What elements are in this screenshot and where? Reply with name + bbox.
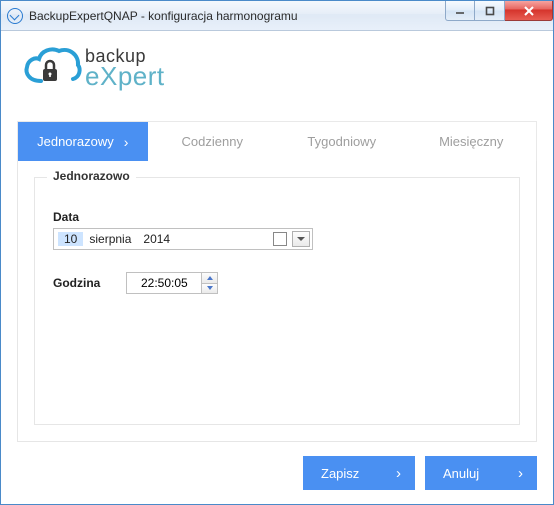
time-picker[interactable]: 22:50:05 bbox=[126, 272, 218, 294]
maximize-button[interactable] bbox=[475, 1, 505, 21]
cancel-button[interactable]: Anuluj › bbox=[425, 456, 537, 490]
close-button[interactable] bbox=[505, 1, 553, 21]
date-year[interactable]: 2014 bbox=[137, 232, 176, 246]
app-icon bbox=[7, 8, 23, 24]
date-label: Data bbox=[53, 210, 501, 224]
tab-one-time-label: Jednorazowy bbox=[37, 134, 114, 149]
spinner-down-button[interactable] bbox=[202, 283, 217, 294]
save-button-label: Zapisz bbox=[321, 466, 359, 481]
tab-monthly[interactable]: Miesięczny bbox=[407, 122, 537, 161]
window-controls bbox=[445, 1, 553, 21]
logo: backup eXpert bbox=[17, 39, 537, 101]
date-day[interactable]: 10 bbox=[58, 232, 83, 246]
chevron-right-icon: › bbox=[518, 465, 523, 482]
close-icon bbox=[523, 5, 535, 17]
footer-buttons: Zapisz › Anuluj › bbox=[17, 442, 537, 490]
save-button[interactable]: Zapisz › bbox=[303, 456, 415, 490]
chevron-right-icon: › bbox=[124, 134, 129, 150]
schedule-tabs: Jednorazowy › Codzienny Tygodniowy Miesi… bbox=[17, 121, 537, 161]
window-title: BackupExpertQNAP - konfiguracja harmonog… bbox=[29, 9, 298, 23]
minimize-button[interactable] bbox=[445, 1, 475, 21]
group-title: Jednorazowo bbox=[47, 169, 136, 183]
logo-text: backup eXpert bbox=[85, 47, 165, 89]
app-window: BackupExpertQNAP - konfiguracja harmonog… bbox=[0, 0, 554, 505]
tab-weekly-label: Tygodniowy bbox=[307, 134, 376, 149]
tab-weekly[interactable]: Tygodniowy bbox=[277, 122, 407, 161]
calendar-dropdown-icon[interactable] bbox=[292, 231, 310, 247]
cancel-button-label: Anuluj bbox=[443, 466, 479, 481]
logo-line2: eXpert bbox=[85, 63, 165, 89]
tab-monthly-label: Miesięczny bbox=[439, 134, 503, 149]
one-time-group: Jednorazowo Data 10 sierpnia 2014 Godzin… bbox=[34, 177, 520, 425]
chevron-right-icon: › bbox=[396, 465, 401, 482]
minimize-icon bbox=[455, 6, 465, 16]
tab-panel: Jednorazowo Data 10 sierpnia 2014 Godzin… bbox=[17, 161, 537, 442]
cloud-lock-icon bbox=[21, 45, 83, 89]
time-label: Godzina bbox=[53, 276, 100, 290]
content-area: backup eXpert Jednorazowy › Codzienny Ty… bbox=[1, 31, 553, 504]
time-row: Godzina 22:50:05 bbox=[53, 272, 501, 294]
tab-daily-label: Codzienny bbox=[182, 134, 243, 149]
maximize-icon bbox=[485, 6, 495, 16]
date-month[interactable]: sierpnia bbox=[83, 232, 137, 246]
date-picker[interactable]: 10 sierpnia 2014 bbox=[53, 228, 313, 250]
tab-daily[interactable]: Codzienny bbox=[148, 122, 278, 161]
spinner-up-button[interactable] bbox=[202, 273, 217, 283]
time-spinner bbox=[201, 273, 217, 293]
time-value[interactable]: 22:50:05 bbox=[127, 276, 201, 290]
tab-one-time[interactable]: Jednorazowy › bbox=[18, 122, 148, 161]
titlebar[interactable]: BackupExpertQNAP - konfiguracja harmonog… bbox=[1, 1, 553, 31]
